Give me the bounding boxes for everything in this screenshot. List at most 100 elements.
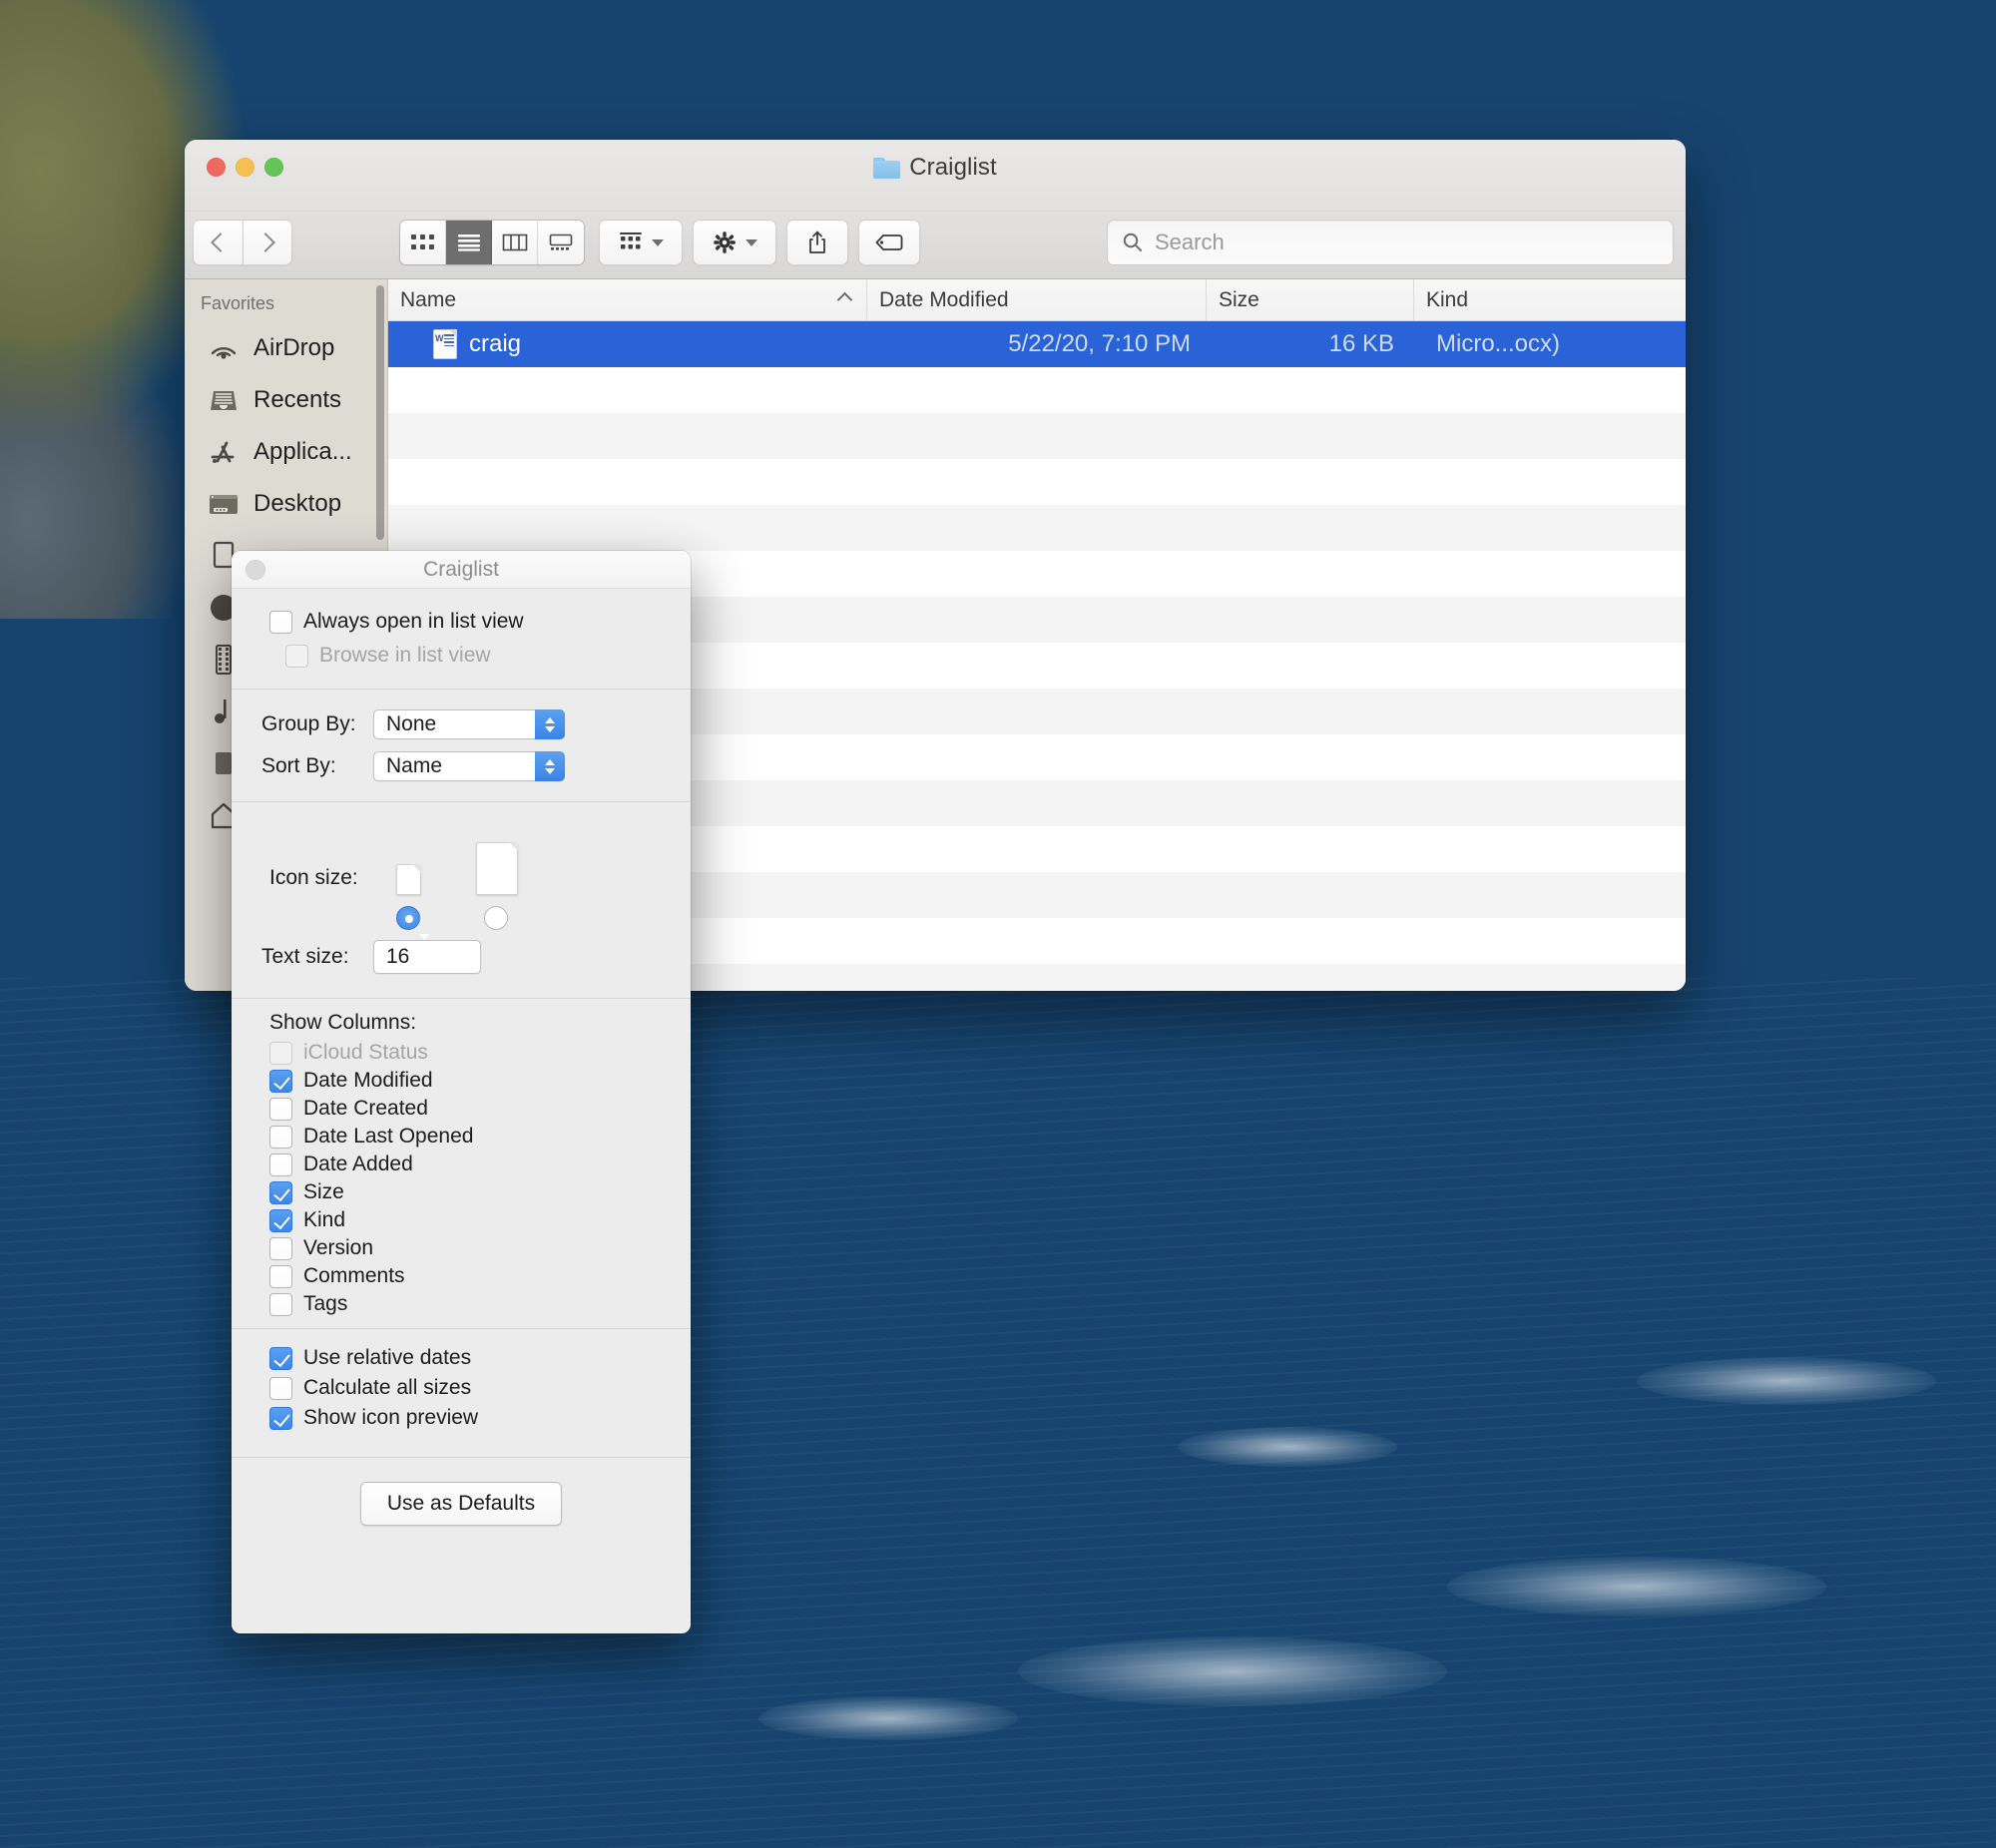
group-by-stepper-icon[interactable] [535, 709, 565, 739]
empty-row[interactable] [388, 413, 1686, 459]
sort-by-field[interactable]: Sort By: Name [232, 745, 691, 787]
search-field[interactable] [1107, 220, 1674, 265]
checkbox-row-comments[interactable]: Comments [232, 1262, 691, 1290]
window-title: Craiglist [185, 154, 1686, 182]
sidebar-item-applications[interactable]: Applica... [185, 426, 387, 478]
sort-ascending-icon [836, 291, 853, 308]
close-icon[interactable] [246, 560, 265, 580]
checkbox-kind[interactable] [269, 1208, 292, 1232]
checkbox-comments[interactable] [269, 1264, 292, 1288]
empty-row[interactable] [388, 459, 1686, 505]
text-size-spinbox[interactable]: 16 [373, 934, 481, 974]
text-size-value: 16 [386, 945, 410, 968]
icon-size-large-preview[interactable] [476, 842, 518, 895]
checkbox-row-browse-in-list-view[interactable]: Browse in list view [232, 639, 691, 673]
checkbox-label: Date Created [303, 1097, 428, 1120]
checkbox-label: Show icon preview [303, 1406, 479, 1429]
empty-row[interactable] [388, 505, 1686, 551]
checkbox-row-icloud-status[interactable]: iCloud Status [232, 1039, 691, 1067]
checkbox-tags[interactable] [269, 1292, 292, 1316]
checkbox-row-use-relative-dates[interactable]: Use relative dates [232, 1343, 691, 1373]
checkbox-row-size[interactable]: Size [232, 1178, 691, 1206]
sort-by-popup[interactable]: Name [373, 751, 565, 781]
file-list-header[interactable]: Name Date Modified Size Kind [388, 279, 1686, 321]
checkbox-date-created[interactable] [269, 1097, 292, 1121]
finder-titlebar[interactable]: Craiglist [185, 140, 1686, 212]
file-size-cell: 16 KB [1328, 330, 1394, 357]
icon-size-large-radio[interactable] [484, 906, 508, 930]
checkbox-row-date-modified[interactable]: Date Modified [232, 1067, 691, 1095]
text-size-field[interactable]: Text size: 16 [232, 934, 691, 980]
gear-icon [714, 231, 736, 253]
back-button[interactable] [193, 220, 243, 265]
finder-toolbar[interactable] [185, 212, 1686, 279]
gallery-icon [549, 233, 573, 250]
checkbox-browse-in-list-view [285, 644, 308, 668]
tag-icon [875, 234, 903, 250]
tag-button[interactable] [858, 220, 920, 265]
sidebar-scrollbar[interactable] [376, 285, 384, 540]
column-header-label: Size [1219, 287, 1259, 311]
checkbox-size[interactable] [269, 1180, 292, 1204]
checkbox-label: Comments [303, 1264, 405, 1287]
column-header-date-modified[interactable]: Date Modified [867, 279, 1207, 320]
icon-view-button[interactable] [400, 221, 446, 264]
wallpaper-foam-1 [1018, 1636, 1447, 1706]
view-mode-segmented-control[interactable] [399, 220, 585, 265]
checkbox-row-show-icon-preview[interactable]: Show icon preview [232, 1403, 691, 1433]
checkbox-calculate-all-sizes[interactable] [269, 1376, 292, 1400]
text-size-stepper-icon[interactable] [409, 934, 430, 974]
sidebar-item-recents[interactable]: Recents [185, 374, 387, 426]
share-button[interactable] [786, 220, 848, 265]
forward-button[interactable] [243, 220, 292, 265]
group-by-label: Group By: [261, 712, 356, 735]
column-header-size[interactable]: Size [1207, 279, 1414, 320]
icon-size-small-radio[interactable] [396, 906, 420, 930]
column-header-name[interactable]: Name [388, 279, 867, 320]
checkbox-show-icon-preview[interactable] [269, 1406, 292, 1430]
checkbox-always-open-in-list-view[interactable] [269, 610, 292, 634]
sort-by-label: Sort By: [261, 754, 336, 777]
icon-size-small-preview[interactable] [396, 864, 421, 895]
columns-icon [502, 233, 527, 251]
search-input[interactable] [1155, 230, 1634, 255]
checkbox-row-tags[interactable]: Tags [232, 1290, 691, 1318]
view-options-titlebar[interactable]: Craiglist [232, 551, 691, 589]
file-name-label: craig [469, 330, 522, 357]
checkbox-row-date-created[interactable]: Date Created [232, 1095, 691, 1123]
share-icon [809, 231, 825, 253]
checkbox-label: iCloud Status [303, 1041, 428, 1064]
use-as-defaults-button[interactable]: Use as Defaults [359, 1482, 563, 1526]
checkbox-row-date-added[interactable]: Date Added [232, 1151, 691, 1178]
wallpaper-foam-4 [758, 1696, 1018, 1740]
column-header-kind[interactable]: Kind [1414, 279, 1686, 320]
view-options-dialog[interactable]: Craiglist Always open in list view Brows… [232, 551, 691, 1633]
checkbox-date-modified[interactable] [269, 1069, 292, 1093]
chevron-right-icon [255, 232, 275, 252]
sidebar-item-desktop[interactable]: Desktop [185, 478, 387, 530]
checkbox-row-calculate-all-sizes[interactable]: Calculate all sizes [232, 1373, 691, 1403]
checkbox-version[interactable] [269, 1236, 292, 1260]
sidebar-item-airdrop[interactable]: AirDrop [185, 322, 387, 374]
checkbox-row-version[interactable]: Version [232, 1234, 691, 1262]
gallery-view-button[interactable] [538, 221, 584, 264]
group-by-button[interactable] [599, 220, 683, 265]
checkbox-date-added[interactable] [269, 1153, 292, 1176]
checkbox-row-kind[interactable]: Kind [232, 1206, 691, 1234]
group-by-field[interactable]: Group By: None [232, 703, 691, 745]
sidebar-item-label: Desktop [253, 490, 342, 517]
checkbox-row-date-last-opened[interactable]: Date Last Opened [232, 1123, 691, 1151]
checkbox-use-relative-dates[interactable] [269, 1346, 292, 1370]
view-options-title: Craiglist [423, 557, 499, 581]
group-by-popup[interactable]: None [373, 709, 565, 739]
checkbox-label: Calculate all sizes [303, 1376, 472, 1399]
list-view-button[interactable] [446, 221, 492, 264]
action-menu-button[interactable] [693, 220, 776, 265]
table-row[interactable]: W craig 5/22/20, 7:10 PM 16 KB Micro...o… [388, 321, 1686, 367]
sort-by-stepper-icon[interactable] [535, 751, 565, 781]
view-options-extra-section: Use relative dates Calculate all sizes S… [232, 1329, 691, 1458]
checkbox-row-always-open-in-list-view[interactable]: Always open in list view [232, 605, 691, 639]
empty-row[interactable] [388, 367, 1686, 413]
column-view-button[interactable] [492, 221, 538, 264]
checkbox-date-last-opened[interactable] [269, 1125, 292, 1149]
